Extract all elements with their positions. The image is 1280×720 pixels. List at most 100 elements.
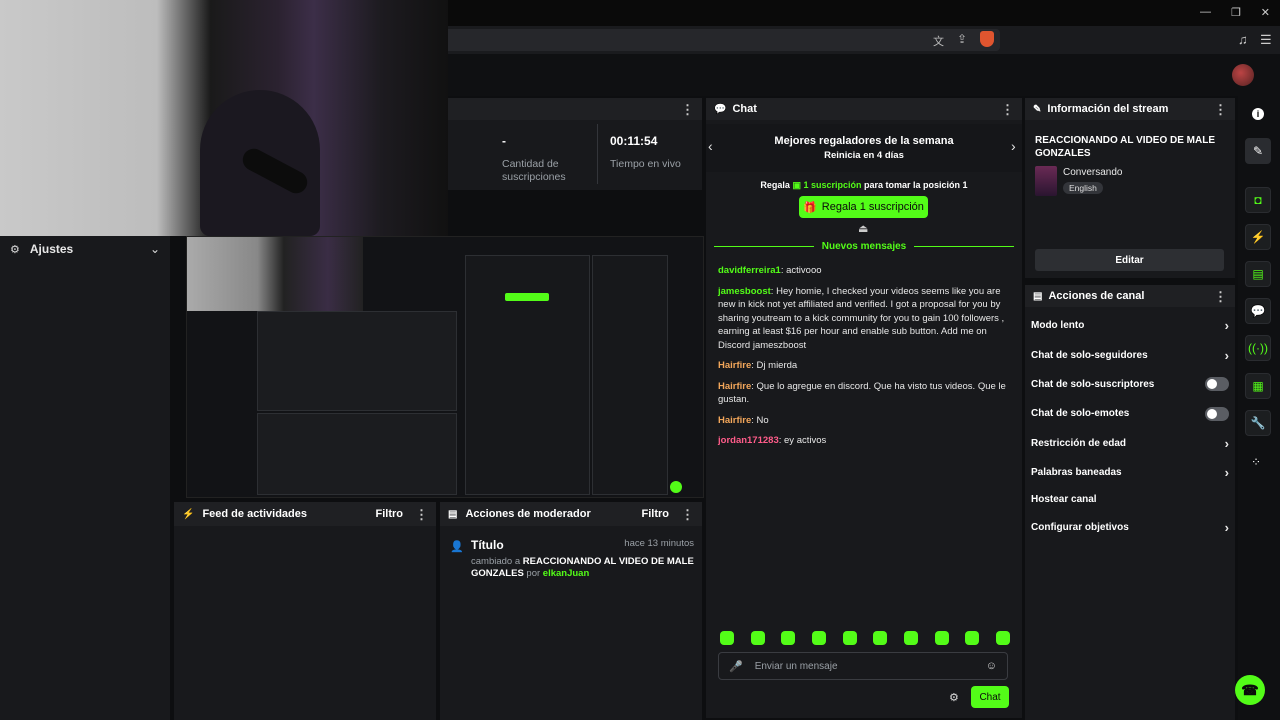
mod-action-title: Título [471,538,504,552]
rail-button-layout[interactable]: ▦ [1245,373,1271,399]
collapse-icon[interactable]: ⏏ [858,222,868,235]
channel-action-row[interactable]: Palabras baneadas › [1025,458,1235,487]
kebab-icon[interactable]: ⋮ [415,508,428,521]
emote-icon[interactable] [995,631,1010,645]
channel-actions-header: ▤ Acciones de canal ⋮ [1025,285,1235,307]
rail-button-notes[interactable]: ▤ [1245,261,1271,287]
chevron-right-icon[interactable]: › [1225,436,1229,451]
info-icon[interactable]: i [1252,108,1264,120]
subs-label: Cantidad de suscripciones [502,158,566,183]
preview-nested-feed [257,413,457,495]
edit-stream-rail-button[interactable]: ✎ [1245,138,1271,164]
stream-preview[interactable] [186,236,704,498]
rail-button-camera[interactable]: ◘ [1245,187,1271,213]
channel-action-label: Hostear canal [1031,494,1097,506]
settings-label: Ajustes [29,242,74,256]
toggle-switch[interactable] [1205,377,1229,392]
channel-action-label: Chat de solo-emotes [1031,408,1130,420]
rail-apps-icon[interactable]: ⁘ [1251,455,1261,469]
category-name[interactable]: Conversando [1063,167,1122,178]
emote-icon[interactable] [934,631,949,645]
emote-icon[interactable] [842,631,857,645]
message-list: davidferreira1: activooo jamesboost: Hey … [718,264,1010,455]
stream-info-header: ✎ Información del stream ⋮ [1025,98,1235,120]
gift-sub-button[interactable]: 🎁 Regala 1 suscripción [799,196,928,218]
channel-action-label: Chat de solo-seguidores [1031,349,1148,361]
rail-button-chat[interactable]: 💬 [1245,298,1271,324]
emote-icon[interactable] [750,631,765,645]
mod-action-time: hace 13 minutos [624,538,694,549]
avatar[interactable] [1232,64,1254,86]
channel-action-row[interactable]: Chat de solo-suscriptores [1025,370,1235,399]
gift-icon: ▣ [792,180,801,190]
rail-button-tools[interactable]: 🔧 [1245,410,1271,436]
chevron-right-icon[interactable]: › [1225,465,1229,480]
chat-input-placeholder: Enviar un mensaje [754,660,838,672]
emoji-icon[interactable]: ☺ [986,660,997,672]
chat-input-box[interactable]: 🎤 Enviar un mensaje ☺ [718,652,1008,680]
mod-action-user[interactable]: elkanJuan [543,568,589,579]
kebab-icon[interactable]: ⋮ [1214,290,1227,303]
chevron-down-icon[interactable]: ⌄ [150,242,160,256]
restore-icon[interactable]: ❐ [1231,6,1241,20]
kebab-icon[interactable]: ⋮ [1001,103,1014,116]
emote-icon[interactable] [873,631,888,645]
user-edit-icon: 👤 [450,541,464,553]
menu-icon[interactable]: ☰ [1260,32,1272,48]
chat-username[interactable]: Hairfire [718,360,751,371]
bolt-icon: ⚡ [182,508,195,520]
translate-icon[interactable]: 文 [933,33,944,49]
channel-action-row[interactable]: Chat de solo-seguidores › [1025,340,1235,369]
pencil-icon: ✎ [1033,103,1042,115]
activity-filter-button[interactable]: Filtro [376,508,404,520]
gift-highlight: 1 suscripción [803,180,862,190]
channel-actions-title: Acciones de canal [1048,290,1145,302]
toggle-switch[interactable] [1205,406,1229,421]
emote-icon[interactable] [781,631,796,645]
channel-action-row[interactable]: Configurar objetivos › [1025,512,1235,541]
emote-icon[interactable] [811,631,826,645]
emote-icon[interactable] [720,631,734,645]
kebab-icon[interactable]: ⋮ [681,508,694,521]
chat-settings-icon[interactable]: ⚙ [949,691,959,704]
chat-username[interactable]: Hairfire [718,381,751,392]
address-bar[interactable] [440,29,1000,51]
rail-button-activity[interactable]: ⚡ [1245,224,1271,250]
chat-send-button[interactable]: Chat [971,686,1009,708]
emote-icon[interactable] [965,631,980,645]
channel-action-row[interactable]: Restricción de edad › [1025,429,1235,458]
gifters-subtitle: Reinicia en 4 días [824,150,904,161]
channel-action-label: Palabras baneadas [1031,467,1122,479]
close-icon[interactable]: ✕ [1261,6,1270,20]
minimize-icon[interactable]: — [1200,6,1211,20]
channel-action-row[interactable]: Modo lento › [1025,311,1235,340]
share-icon[interactable]: ⇪ [957,32,967,46]
gift-button-label: Regala 1 suscripción [821,201,924,213]
stat-divider [597,124,598,184]
language-badge: English [1063,182,1103,194]
channel-action-row[interactable]: Chat de solo-emotes [1025,399,1235,428]
brave-shield-icon[interactable] [980,31,994,47]
chevron-right-icon[interactable]: › [1225,348,1229,363]
chat-username[interactable]: davidferreira1 [718,265,781,276]
subs-stat: - Cantidad de suscripciones [502,134,592,184]
settings-row[interactable]: ⚙ Ajustes ⌄ [0,236,170,262]
microphone-icon[interactable]: 🎤 [729,660,743,673]
chat-username[interactable]: jordan171283 [718,435,779,446]
chat-username[interactable]: jamesboost [718,286,771,297]
kebab-icon[interactable]: ⋮ [1214,103,1227,116]
chat-username[interactable]: Hairfire [718,415,751,426]
kebab-icon[interactable]: ⋮ [681,103,694,116]
edit-button[interactable]: Editar [1035,249,1224,271]
support-button[interactable]: ☎ [1235,675,1265,705]
channel-actions-list: Modo lento › Chat de solo-seguidores › Chat … [1025,311,1235,542]
rail-button-broadcast[interactable]: ((·)) [1245,335,1271,361]
chevron-right-icon[interactable]: › [1225,318,1229,333]
mod-filter-button[interactable]: Filtro [642,508,670,520]
channel-action-row[interactable]: Hostear canal [1025,487,1235,512]
emote-icon[interactable] [903,631,918,645]
chevron-right-icon[interactable]: › [1225,520,1229,535]
mod-action-by: por [526,568,541,579]
activity-feed-title: Feed de actividades [202,508,307,520]
music-icon[interactable]: ♫ [1238,32,1248,47]
